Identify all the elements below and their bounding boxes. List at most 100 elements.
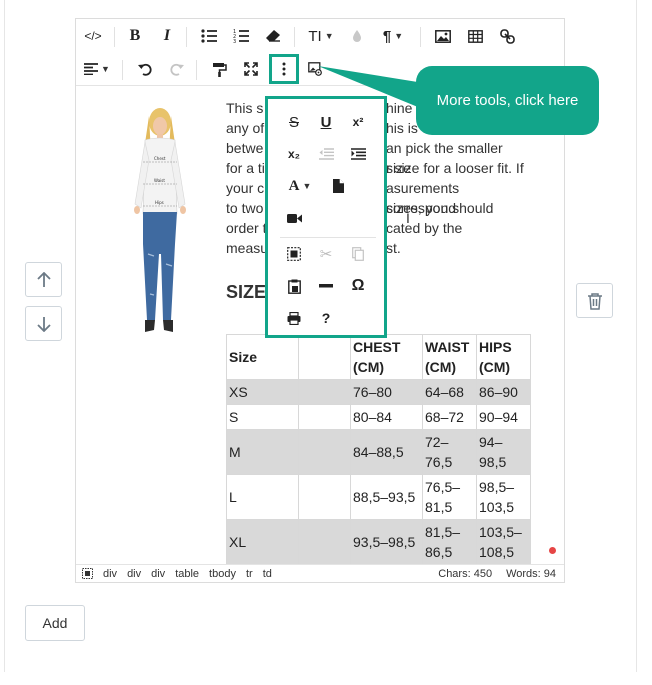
table-header-cell[interactable]: HIPS (CM) [476,334,531,380]
select-all-icon [287,247,301,261]
table-cell[interactable]: 68–72 [422,404,477,430]
table-row: XL 93,5–98,5 81,5–86,5 103,5–108,5 [226,519,531,564]
font-size-button[interactable]: TI ▼ [304,23,338,49]
align-left-icon [84,63,99,75]
horizontal-line-button[interactable] [312,273,340,299]
image-properties-button[interactable] [302,56,328,82]
paste-button[interactable] [280,273,308,299]
numbered-list-button[interactable]: 123 [228,23,254,49]
indent-button[interactable] [344,141,372,167]
image-button[interactable] [430,23,456,49]
eraser-button[interactable] [260,23,286,49]
table-cell[interactable] [298,474,351,520]
bulleted-list-icon [201,29,217,43]
table-cell[interactable]: XL [226,519,299,564]
table-cell[interactable] [298,404,351,430]
table-icon [467,29,483,43]
table-cell[interactable]: 84–88,5 [350,429,423,475]
undo-button[interactable] [132,56,158,82]
table-cell[interactable] [298,429,351,475]
select-all-icon[interactable] [82,568,93,579]
path-item[interactable]: tr [246,568,253,580]
table-cell[interactable]: L [226,474,299,520]
path-item[interactable]: div [103,568,117,580]
font-family-button[interactable]: A ▼ [280,173,320,199]
table-cell[interactable]: 64–68 [422,379,477,405]
source-code-button[interactable]: </> [80,23,106,49]
move-down-button[interactable] [25,306,62,341]
redo-button[interactable] [164,56,190,82]
path-item[interactable]: div [151,568,165,580]
link-icon [499,28,515,44]
table-cell[interactable]: M [226,429,299,475]
table-button[interactable] [462,23,488,49]
question-icon: ? [321,310,331,326]
delete-button[interactable] [576,283,613,318]
cut-button[interactable]: ✂ [312,241,340,267]
path-item[interactable]: td [263,568,272,580]
text-fragment: for a ti [226,160,265,176]
table-header-cell[interactable]: WAIST (CM) [422,334,477,380]
paragraph-button[interactable]: ¶ ▼ [376,23,410,49]
table-header-cell[interactable]: Size [226,334,299,380]
video-button[interactable] [280,205,308,231]
bulleted-list-button[interactable] [196,23,222,49]
expand-icon [244,62,258,76]
table-cell[interactable] [298,519,351,564]
move-up-button[interactable] [25,262,62,297]
table-header-cell[interactable] [298,334,351,380]
table-cell[interactable]: 90–94 [476,404,531,430]
italic-button[interactable]: I [154,23,180,49]
copy-button[interactable] [344,241,372,267]
table-cell[interactable]: 86–90 [476,379,531,405]
table-cell[interactable] [298,379,351,405]
image-icon [435,29,451,43]
path-item[interactable]: div [127,568,141,580]
table-cell[interactable]: 72–76,5 [422,429,477,475]
table-cell[interactable]: 81,5–86,5 [422,519,477,564]
bold-button[interactable]: B [122,23,148,49]
subscript-icon: x₂ [287,147,300,161]
paint-roller-icon [212,62,227,77]
special-character-button[interactable]: Ω [344,273,372,299]
table-cell[interactable]: 103,5–108,5 [476,519,531,564]
superscript-button[interactable]: x² [344,109,372,135]
about-button[interactable]: ? [312,305,340,331]
subscript-button[interactable]: x₂ [280,141,308,167]
table-cell[interactable]: 93,5–98,5 [350,519,423,564]
image-settings-icon [308,62,322,76]
add-button-label: Add [42,615,68,631]
table-cell[interactable]: 76–80 [350,379,423,405]
path-item[interactable]: tbody [209,568,236,580]
table-cell[interactable]: 88,5–93,5 [350,474,423,520]
text-cursor-icon: I [406,210,410,226]
table-cell[interactable]: XS [226,379,299,405]
strikethrough-button[interactable]: S [280,109,308,135]
fullscreen-button[interactable] [238,56,264,82]
element-path: div div div table tbody tr td [76,568,272,580]
bold-icon: B [129,27,141,44]
size-table[interactable]: Size CHEST (CM) WAIST (CM) HIPS (CM) XS 7… [226,334,531,564]
numbered-list-icon: 123 [233,29,249,43]
table-cell[interactable]: 98,5–103,5 [476,474,531,520]
table-cell[interactable]: S [226,404,299,430]
table-cell[interactable]: 80–84 [350,404,423,430]
path-item[interactable]: table [175,568,199,580]
table-header-cell[interactable]: CHEST (CM) [350,334,423,380]
underline-button[interactable]: U [312,109,340,135]
table-cell[interactable]: 76,5–81,5 [422,474,477,520]
outdent-button[interactable] [312,141,340,167]
table-cell[interactable]: 94–98,5 [476,429,531,475]
file-button[interactable] [324,173,352,199]
add-button[interactable]: Add [25,605,85,641]
print-button[interactable] [280,305,308,331]
link-button[interactable] [494,23,520,49]
font-family-icon: A [288,177,300,194]
chest-label: Chest [154,156,166,161]
format-painter-button[interactable] [206,56,232,82]
printer-icon [287,311,301,325]
pilcrow-icon: ¶ [382,27,392,45]
select-all-button[interactable] [280,241,308,267]
align-button[interactable]: ▼ [80,56,114,82]
color-button[interactable] [344,23,370,49]
